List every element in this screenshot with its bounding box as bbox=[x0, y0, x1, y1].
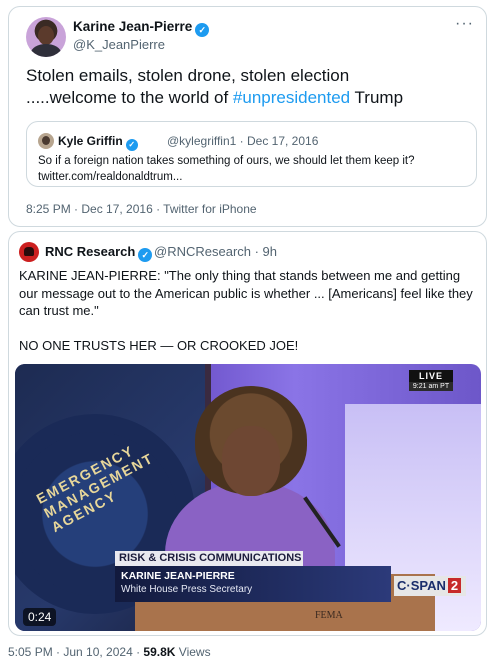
network-name: C·SPAN bbox=[397, 578, 446, 593]
quote-link: twitter.com/realdonaldtrum... bbox=[38, 171, 183, 183]
post-paragraph-2: NO ONE TRUSTS HER — OR CROOKED JOE! bbox=[19, 337, 299, 353]
author-name[interactable]: Karine Jean-Pierre bbox=[73, 19, 192, 34]
post-author-row[interactable]: RNC Research ✓ bbox=[45, 244, 153, 262]
tweet-card[interactable]: Karine Jean-Pierre ✓ @K_JeanPierre ··· St… bbox=[8, 6, 487, 227]
podium-logo: FEMA bbox=[315, 610, 343, 621]
avatar-face bbox=[38, 26, 54, 45]
quote-author-name: Kyle Griffin bbox=[58, 134, 123, 148]
video-duration: 0:24 bbox=[23, 608, 57, 626]
author-name-row[interactable]: Karine Jean-Pierre ✓ bbox=[73, 19, 210, 37]
chyron-header: RISK & CRISIS COMMUNICATIONS bbox=[115, 551, 303, 566]
live-time: 9:21 am PT bbox=[409, 382, 453, 391]
quote-author-row: Kyle Griffin ✓ bbox=[58, 134, 138, 151]
avatar[interactable] bbox=[26, 17, 66, 57]
author-handle[interactable]: @K_JeanPierre bbox=[73, 37, 165, 52]
verified-badge-icon: ✓ bbox=[138, 248, 153, 262]
video-player[interactable]: EMERGENCY MANAGEMENT AGENCY FEMA LIVE 9:… bbox=[15, 364, 481, 631]
hashtag-link[interactable]: #unpresidented bbox=[233, 88, 350, 107]
quote-avatar[interactable] bbox=[38, 133, 54, 149]
chyron-title: White House Press Secretary bbox=[121, 584, 253, 595]
quoted-tweet[interactable]: Kyle Griffin ✓ @kylegriffin1 · Dec 17, 20… bbox=[26, 121, 477, 187]
quote-author-handle: @kylegriffin1 · Dec 17, 2016 bbox=[167, 134, 319, 148]
post-card[interactable]: RNC Research ✓ @RNCResearch · 9h KARINE J… bbox=[8, 231, 487, 636]
chyron-name: KARINE JEAN-PIERRE bbox=[121, 570, 235, 582]
post-paragraph-1: KARINE JEAN-PIERRE: "The only thing that… bbox=[19, 268, 473, 318]
post-metadata: 5:05 PM · Jun 10, 2024 · 59.8K Views bbox=[8, 645, 211, 659]
view-count: 59.8K bbox=[143, 645, 176, 659]
tweet-text-prefix: .....welcome to the world of bbox=[26, 88, 233, 107]
live-badge: LIVE bbox=[409, 370, 453, 382]
chyron: KARINE JEAN-PIERRE White House Press Sec… bbox=[115, 566, 391, 602]
tweet-text-line2: .....welcome to the world of #unpresiden… bbox=[26, 87, 476, 109]
rnc-avatar[interactable] bbox=[19, 242, 39, 262]
tweet-text: Stolen emails, stolen drone, stolen elec… bbox=[26, 65, 476, 109]
verified-badge-icon: ✓ bbox=[195, 23, 210, 37]
post-author-name[interactable]: RNC Research bbox=[45, 244, 135, 259]
views-label: Views bbox=[175, 645, 211, 659]
network-number: 2 bbox=[447, 578, 462, 593]
post-body: KARINE JEAN-PIERRE: "The only thing that… bbox=[19, 267, 479, 371]
verified-badge-icon: ✓ bbox=[125, 139, 138, 151]
more-options-icon[interactable]: ··· bbox=[455, 15, 474, 33]
quote-text: So if a foreign nation takes something o… bbox=[38, 153, 468, 185]
quote-text-line1: So if a foreign nation takes something o… bbox=[38, 155, 415, 167]
post-timestamp[interactable]: 5:05 PM · Jun 10, 2024 · bbox=[8, 645, 143, 659]
tweet-text-suffix: Trump bbox=[350, 88, 404, 107]
tweet-timestamp[interactable]: 8:25 PM · Dec 17, 2016 · Twitter for iPh… bbox=[26, 202, 257, 216]
tweet-text-line1: Stolen emails, stolen drone, stolen elec… bbox=[26, 66, 350, 85]
avatar-shoulders bbox=[31, 44, 61, 57]
speaker-face bbox=[222, 426, 280, 496]
post-author-handle[interactable]: @RNCResearch · 9h bbox=[154, 244, 277, 259]
network-logo: C·SPAN 2 bbox=[394, 576, 466, 596]
